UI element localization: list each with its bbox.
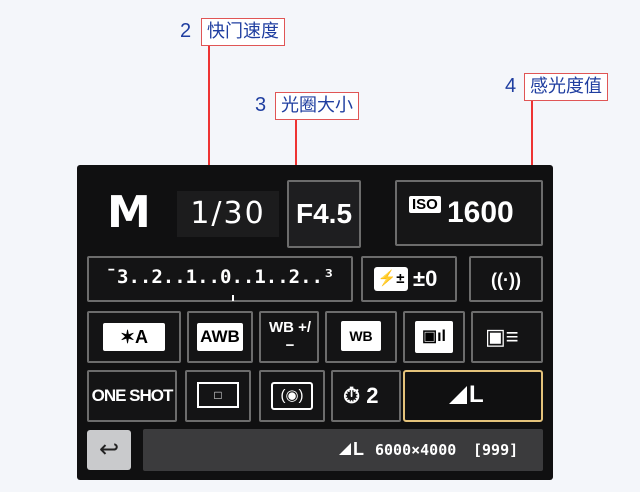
metering-mode-button[interactable]: (◉)	[259, 370, 325, 422]
metering-icon: (◉)	[271, 382, 313, 410]
annotation-label-aperture: 光圈大小	[275, 92, 359, 120]
flash-compensation-value: ±0	[413, 266, 438, 291]
awb-icon: AWB	[197, 323, 243, 351]
wb-shift-icon: WB +/−	[268, 319, 312, 354]
shooting-mode[interactable]: M	[107, 187, 151, 238]
custom-controls-button[interactable]: ▣≡	[471, 311, 543, 363]
wb-bracket-button[interactable]: WB	[325, 311, 397, 363]
auto-lighting-icon: ▣ıl	[415, 321, 453, 353]
flash-exposure-compensation[interactable]: ⚡± ±0	[361, 256, 457, 302]
back-arrow-icon: ↩	[98, 436, 120, 463]
shutter-speed[interactable]: 1/30	[177, 191, 279, 237]
quality-triangle-icon	[449, 386, 467, 404]
af-area-icon: □	[197, 382, 239, 408]
iso-icon: ISO	[409, 196, 441, 213]
picture-style-icon: ✶A	[103, 323, 165, 351]
status-resolution: 6000×4000	[375, 441, 457, 459]
aperture-value[interactable]: F4.5	[287, 180, 361, 248]
exposure-indicator-mark	[232, 295, 234, 301]
annotation-number-iso: 4	[505, 75, 517, 97]
image-quality-button[interactable]: L	[403, 370, 543, 422]
af-mode-button[interactable]: ONE SHOT	[87, 370, 177, 422]
annotation-number-aperture: 3	[255, 94, 267, 116]
back-button[interactable]: ↩	[87, 430, 131, 470]
status-quality-label: L	[353, 439, 364, 459]
annotation-label-shutter: 快门速度	[201, 18, 285, 46]
camera-menu-icon: ▣≡	[485, 324, 519, 349]
wifi-setting[interactable]: ((·)) OFF	[469, 256, 543, 334]
status-quality-triangle-icon	[339, 443, 351, 455]
flash-compensation-icon: ⚡±	[374, 267, 408, 291]
auto-lighting-optimizer-button[interactable]: ▣ıl	[403, 311, 465, 363]
self-timer-icon: ⏱ 2	[343, 383, 379, 408]
iso-setting[interactable]: ISO 1600	[395, 180, 543, 246]
wb-bracket-icon: WB	[341, 321, 381, 351]
white-balance-button[interactable]: AWB	[187, 311, 253, 363]
wb-shift-button[interactable]: WB +/−	[259, 311, 319, 363]
picture-style-button[interactable]: ✶A	[87, 311, 181, 363]
af-area-button[interactable]: □	[185, 370, 251, 422]
status-shots-remaining: [999]	[473, 441, 519, 459]
status-bar: L 6000×4000 [999]	[143, 429, 543, 471]
annotation-label-iso: 感光度值	[524, 73, 608, 101]
annotation-number-shutter: 2	[180, 20, 192, 42]
exposure-compensation-scale[interactable]: ¯3..2..1..0..1..2..³	[87, 256, 353, 302]
quality-size-label: L	[469, 381, 484, 408]
iso-value: 1600	[447, 196, 514, 229]
drive-mode-button[interactable]: ⏱ 2	[331, 370, 401, 422]
camera-quick-control-screen: M 1/30 F4.5 ISO 1600 ¯3..2..1..0..1..2..…	[77, 165, 553, 480]
